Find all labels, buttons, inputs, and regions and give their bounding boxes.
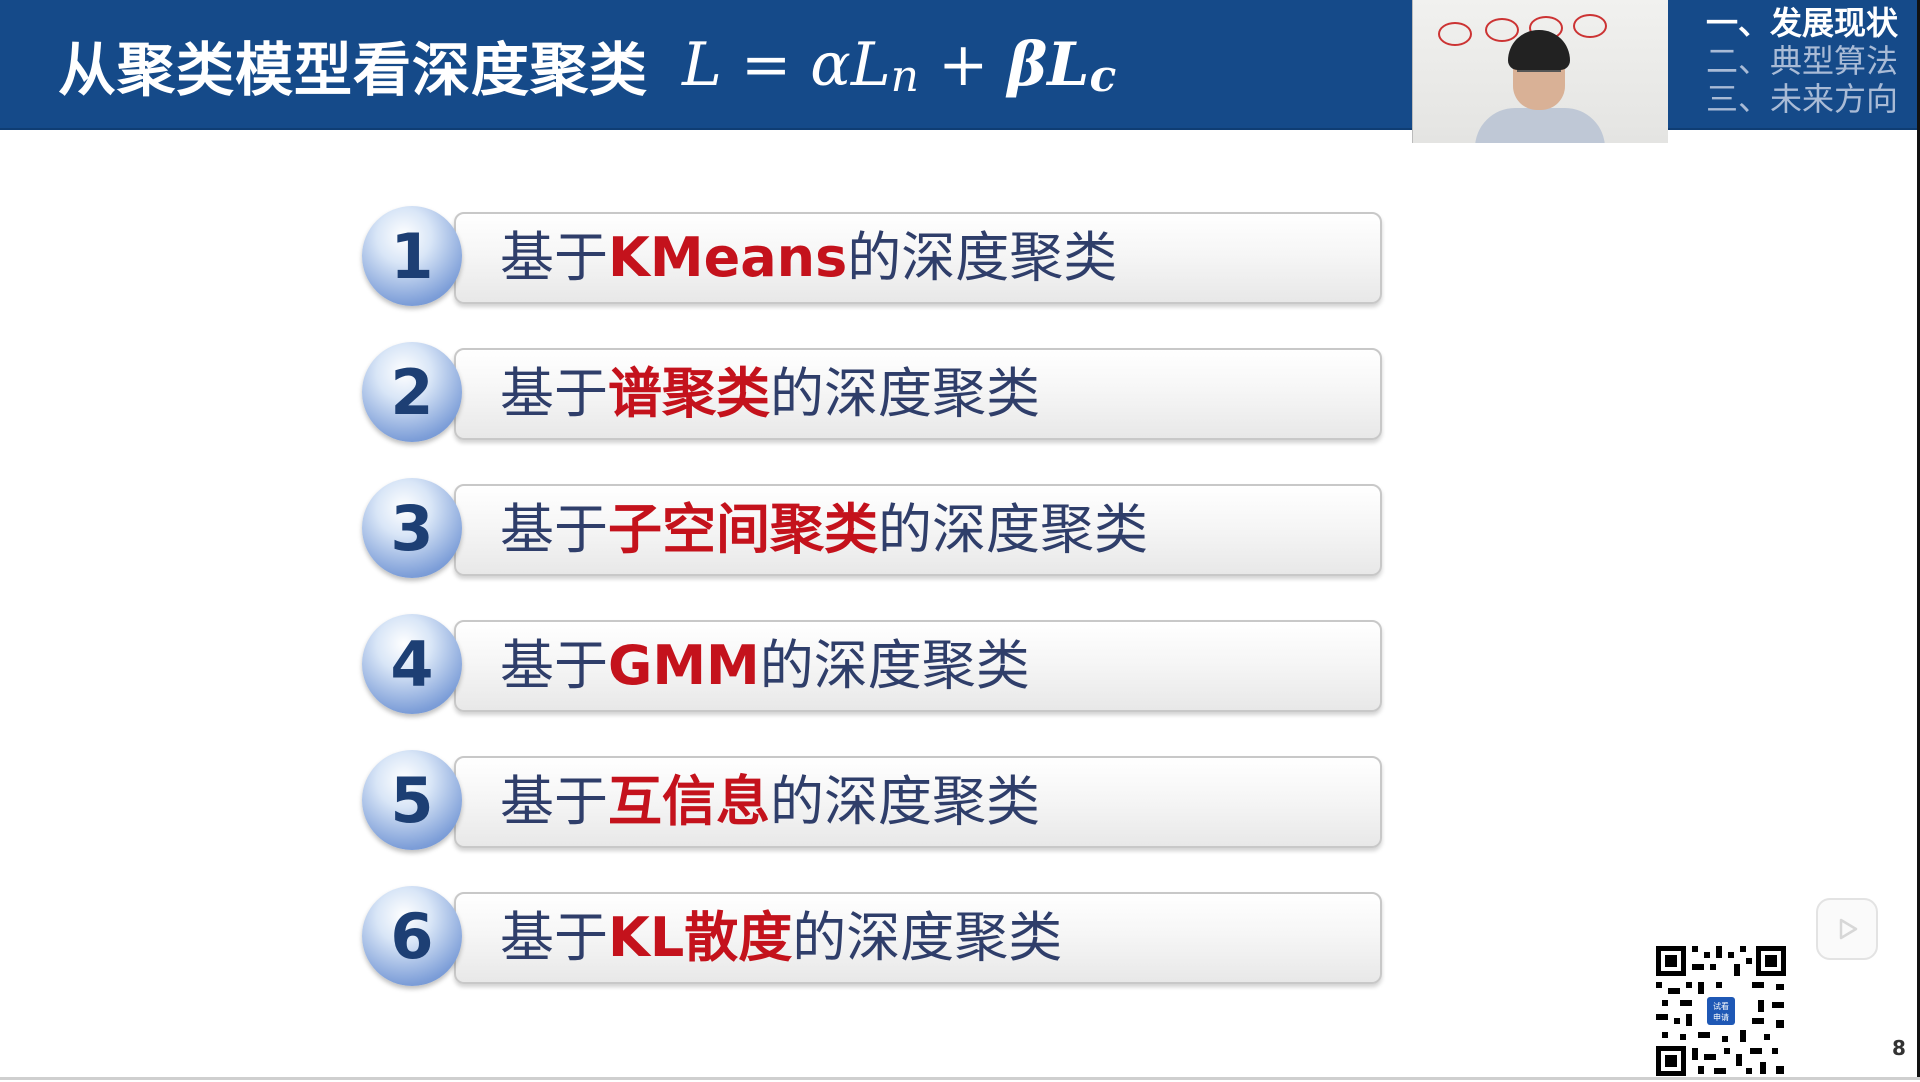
loss-formula: L = αLn + βLc xyxy=(682,30,1117,102)
item-number: 1 xyxy=(390,219,434,293)
label-prefix: 基于 xyxy=(500,770,608,833)
page-number: 8 xyxy=(1892,1036,1906,1060)
formula-alpha: α xyxy=(810,30,851,100)
play-button[interactable] xyxy=(1816,898,1878,960)
label-prefix: 基于 xyxy=(500,634,608,697)
label-suffix: 的深度聚类 xyxy=(878,498,1148,561)
number-badge: 2 xyxy=(362,342,462,442)
label-suffix: 的深度聚类 xyxy=(759,634,1030,697)
qr-code[interactable]: 试看 申请 xyxy=(1654,944,1788,1078)
label-suffix: 的深度聚类 xyxy=(770,362,1040,425)
label-prefix: 基于 xyxy=(500,498,608,561)
item-number: 5 xyxy=(390,763,434,837)
wall-decoration xyxy=(1573,14,1607,38)
qr-code-icon: 试看 申请 xyxy=(1654,944,1788,1078)
title-row: 从聚类模型看深度聚类 L = αLn + βLc xyxy=(58,20,1116,110)
label-highlight: KMeans xyxy=(608,226,848,289)
svg-text:试看: 试看 xyxy=(1713,1001,1729,1011)
item-number: 6 xyxy=(390,899,434,973)
item-number: 2 xyxy=(390,355,434,429)
presenter-body xyxy=(1475,108,1605,143)
item-label: 基于互信息的深度聚类 xyxy=(500,750,1040,854)
label-highlight: KL散度 xyxy=(608,906,793,969)
list-item[interactable]: 3 基于子空间聚类的深度聚类 xyxy=(362,478,1382,582)
label-highlight: 子空间聚类 xyxy=(608,498,878,561)
formula-sub-n: n xyxy=(890,51,920,102)
list-item[interactable]: 2 基于谱聚类的深度聚类 xyxy=(362,342,1382,446)
list-item[interactable]: 4 基于GMM的深度聚类 xyxy=(362,614,1382,718)
item-label: 基于谱聚类的深度聚类 xyxy=(500,342,1040,446)
label-suffix: 的深度聚类 xyxy=(792,906,1063,969)
label-highlight: 互信息 xyxy=(608,770,770,833)
list-item[interactable]: 1 基于KMeans的深度聚类 xyxy=(362,206,1382,310)
outline-item-algorithms[interactable]: 二、典型算法 xyxy=(1698,42,1898,80)
label-highlight: 谱聚类 xyxy=(608,362,770,425)
number-badge: 1 xyxy=(362,206,462,306)
formula-Ln: L xyxy=(850,30,891,100)
presenter-video xyxy=(1412,0,1668,143)
outline-nav: 一、发展现状 二、典型算法 三、未来方向 xyxy=(1698,4,1898,118)
label-suffix: 的深度聚类 xyxy=(770,770,1040,833)
item-label: 基于GMM的深度聚类 xyxy=(500,614,1030,718)
slide-title: 从聚类模型看深度聚类 xyxy=(58,36,649,104)
formula-L: L xyxy=(682,30,722,100)
list-item[interactable]: 5 基于互信息的深度聚类 xyxy=(362,750,1382,854)
formula-Lc: L xyxy=(1047,30,1090,100)
number-badge: 6 xyxy=(362,886,462,986)
formula-equals: = xyxy=(740,30,792,100)
label-prefix: 基于 xyxy=(500,226,608,289)
formula-plus: + xyxy=(938,30,989,100)
item-number: 4 xyxy=(390,627,434,701)
label-prefix: 基于 xyxy=(500,362,608,425)
formula-sub-c: c xyxy=(1089,51,1117,102)
list-item[interactable]: 6 基于KL散度的深度聚类 xyxy=(362,886,1382,990)
wall-decoration xyxy=(1485,18,1519,42)
item-label: 基于KL散度的深度聚类 xyxy=(500,886,1062,990)
number-badge: 3 xyxy=(362,478,462,578)
outline-item-future[interactable]: 三、未来方向 xyxy=(1698,80,1898,118)
formula-beta: β xyxy=(1007,30,1048,100)
item-label: 基于子空间聚类的深度聚类 xyxy=(500,478,1148,582)
presenter-glasses xyxy=(1517,70,1561,82)
number-badge: 4 xyxy=(362,614,462,714)
item-label: 基于KMeans的深度聚类 xyxy=(500,206,1117,310)
outline-item-current[interactable]: 一、发展现状 xyxy=(1698,4,1898,42)
play-icon xyxy=(1839,918,1858,940)
number-badge: 5 xyxy=(362,750,462,850)
svg-text:申请: 申请 xyxy=(1713,1012,1729,1022)
label-highlight: GMM xyxy=(608,634,760,697)
label-suffix: 的深度聚类 xyxy=(847,226,1118,289)
item-number: 3 xyxy=(390,491,434,565)
label-prefix: 基于 xyxy=(500,906,608,969)
wall-decoration xyxy=(1438,22,1472,46)
